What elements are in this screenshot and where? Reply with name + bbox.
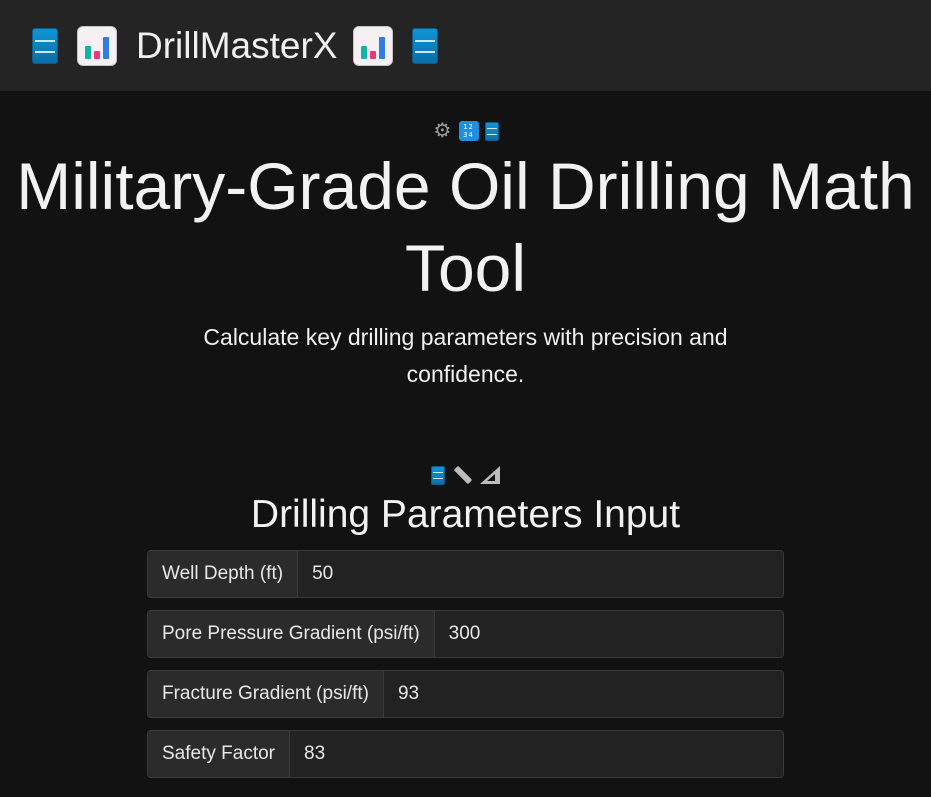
safety-factor-input[interactable] xyxy=(290,731,783,777)
safety-factor-group: Safety Factor xyxy=(147,730,784,778)
section-icons xyxy=(0,464,931,486)
ruler-icon xyxy=(451,464,473,486)
well-depth-input[interactable] xyxy=(298,551,783,597)
navbar: DrillMasterX xyxy=(0,0,931,91)
well-depth-group: Well Depth (ft) xyxy=(147,550,784,598)
page-subtitle: Calculate key drilling parameters with p… xyxy=(203,324,728,387)
barrel-icon xyxy=(430,465,445,485)
pore-pressure-gradient-group: Pore Pressure Gradient (psi/ft) xyxy=(147,610,784,658)
hero-icons: ⚙ 12 34 xyxy=(0,121,931,141)
bar-chart-icon xyxy=(77,25,117,66)
brand-link[interactable]: DrillMasterX xyxy=(32,24,439,67)
bar-chart-icon xyxy=(353,25,394,66)
hero: ⚙ 12 34 Military-Grade Oil Drilling Math … xyxy=(0,91,931,393)
fracture-gradient-group: Fracture Gradient (psi/ft) xyxy=(147,670,784,718)
barrel-icon xyxy=(32,27,58,64)
numbers-icon: 12 34 xyxy=(458,121,479,141)
fracture-gradient-input[interactable] xyxy=(383,671,783,717)
safety-factor-label: Safety Factor xyxy=(148,731,290,777)
triangle-ruler-icon xyxy=(479,465,501,485)
fracture-gradient-label: Fracture Gradient (psi/ft) xyxy=(148,671,384,717)
well-depth-label: Well Depth (ft) xyxy=(148,551,299,597)
drilling-parameters-form: Well Depth (ft) Pore Pressure Gradient (… xyxy=(147,550,784,790)
gear-icon: ⚙ xyxy=(433,120,452,142)
section-title: Drilling Parameters Input xyxy=(250,493,681,536)
pore-pressure-gradient-input[interactable] xyxy=(434,611,783,657)
barrel-icon xyxy=(412,27,439,64)
brand-name: DrillMasterX xyxy=(136,24,338,66)
barrel-icon xyxy=(484,121,499,141)
pore-pressure-gradient-label: Pore Pressure Gradient (psi/ft) xyxy=(148,611,435,657)
page-title: Military-Grade Oil Drilling Math Tool xyxy=(16,149,915,305)
